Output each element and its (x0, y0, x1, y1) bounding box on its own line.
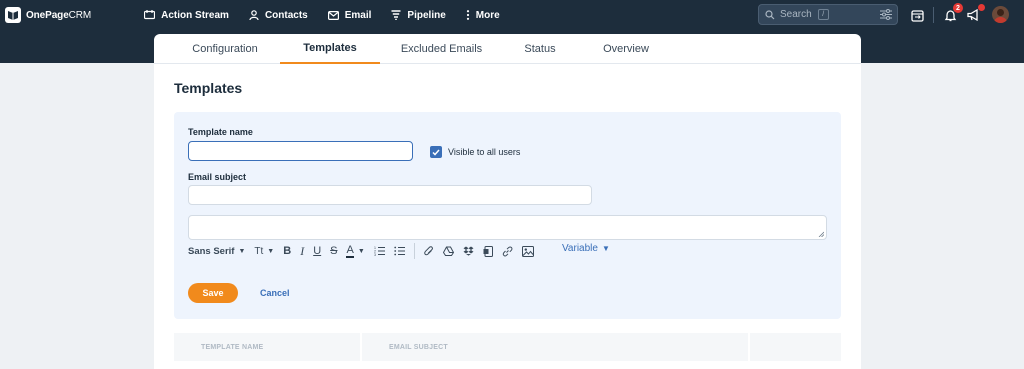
tab-excluded-emails[interactable]: Excluded Emails (394, 34, 489, 64)
svg-text:3: 3 (374, 253, 376, 256)
tab-templates[interactable]: Templates (280, 34, 380, 64)
strikethrough-icon[interactable]: S (330, 242, 337, 260)
main-nav: Action Stream Contacts Email Pipeline Mo… (144, 0, 520, 30)
nav-label: More (475, 9, 500, 21)
editor-toolbar: Sans Serif ▼ Tt ▼ B I U S A ▼ 123 (188, 242, 543, 260)
nav-label: Contacts (264, 9, 308, 21)
announcements-megaphone-icon[interactable] (965, 4, 985, 24)
text-color-icon[interactable]: A ▼ (346, 242, 365, 260)
calendar-sync-icon[interactable] (908, 6, 926, 24)
settings-card: Configuration Templates Excluded Emails … (154, 34, 861, 369)
tab-configuration[interactable]: Configuration (182, 34, 268, 64)
toolbar-divider (413, 243, 415, 259)
templates-table-header: TEMPLATE NAME EMAIL SUBJECT (174, 333, 841, 361)
template-form: Template name Visible to all users Email… (174, 112, 841, 319)
chevron-down-icon: ▼ (601, 244, 610, 253)
variable-label: Variable (562, 243, 598, 254)
nav-label: Action Stream (161, 9, 229, 21)
notification-count-badge: 2 (953, 3, 963, 13)
visible-to-all-label: Visible to all users (448, 147, 521, 157)
filter-sliders-icon[interactable] (880, 9, 892, 20)
search-icon (765, 9, 775, 19)
brand-name: OnePageCRM (26, 9, 92, 21)
column-header-template-name[interactable]: TEMPLATE NAME (174, 333, 362, 361)
top-navigation-bar: OnePageCRM Action Stream Contacts Email … (0, 0, 1024, 30)
bold-icon[interactable]: B (283, 242, 291, 260)
email-body-editor[interactable] (188, 215, 827, 240)
column-header-actions (750, 333, 841, 361)
column-header-email-subject[interactable]: EMAIL SUBJECT (362, 333, 750, 361)
attachment-icon[interactable] (424, 242, 434, 260)
search-placeholder: Search (780, 9, 812, 20)
image-icon[interactable] (521, 242, 534, 260)
nav-label: Pipeline (407, 9, 446, 21)
template-name-label: Template name (188, 127, 253, 137)
page-title: Templates (174, 80, 243, 96)
nav-item-more[interactable]: More (466, 0, 500, 30)
email-subject-label: Email subject (188, 172, 247, 182)
nav-label: Email (344, 9, 372, 21)
notifications-bell-icon[interactable]: 2 (941, 3, 963, 24)
font-size-select[interactable]: Tt ▼ (254, 242, 274, 260)
visible-to-all-checkbox[interactable] (430, 146, 442, 158)
ordered-list-icon[interactable]: 123 (374, 242, 385, 260)
underline-icon[interactable]: U (313, 242, 321, 260)
variable-dropdown[interactable]: Variable ▼ (562, 243, 610, 254)
nav-item-email[interactable]: Email (327, 0, 372, 30)
tab-overview[interactable]: Overview (594, 34, 658, 64)
resize-handle-icon[interactable] (818, 231, 824, 237)
search-input[interactable]: Search / (758, 4, 898, 25)
save-button[interactable]: Save (188, 283, 238, 303)
google-drive-icon[interactable] (442, 242, 454, 260)
font-family-select[interactable]: Sans Serif ▼ (188, 242, 245, 260)
email-icon (327, 10, 339, 20)
more-icon (466, 10, 469, 20)
action-stream-icon (144, 10, 156, 20)
search-shortcut-key: / (817, 9, 829, 20)
onepage-logo-icon (5, 7, 21, 23)
template-name-input[interactable] (188, 141, 413, 161)
onedrive-file-icon[interactable] (483, 242, 493, 260)
nav-item-pipeline[interactable]: Pipeline (391, 0, 446, 30)
email-subject-input[interactable] (188, 185, 592, 205)
pipeline-icon (391, 10, 401, 20)
italic-icon[interactable]: I (300, 242, 304, 260)
contacts-icon (249, 10, 259, 20)
cancel-button[interactable]: Cancel (260, 283, 290, 303)
announcement-dot (978, 4, 985, 11)
tab-status[interactable]: Status (514, 34, 566, 64)
nav-item-action-stream[interactable]: Action Stream (144, 0, 229, 30)
checkmark-icon (432, 149, 440, 156)
brand-logo[interactable]: OnePageCRM (5, 0, 91, 30)
settings-tabs: Configuration Templates Excluded Emails … (154, 34, 861, 64)
link-icon[interactable] (502, 242, 513, 260)
bullet-list-icon[interactable] (394, 242, 405, 260)
topbar-divider (933, 7, 934, 23)
nav-item-contacts[interactable]: Contacts (249, 0, 308, 30)
user-avatar[interactable] (992, 6, 1009, 23)
dropbox-icon[interactable] (463, 242, 474, 260)
